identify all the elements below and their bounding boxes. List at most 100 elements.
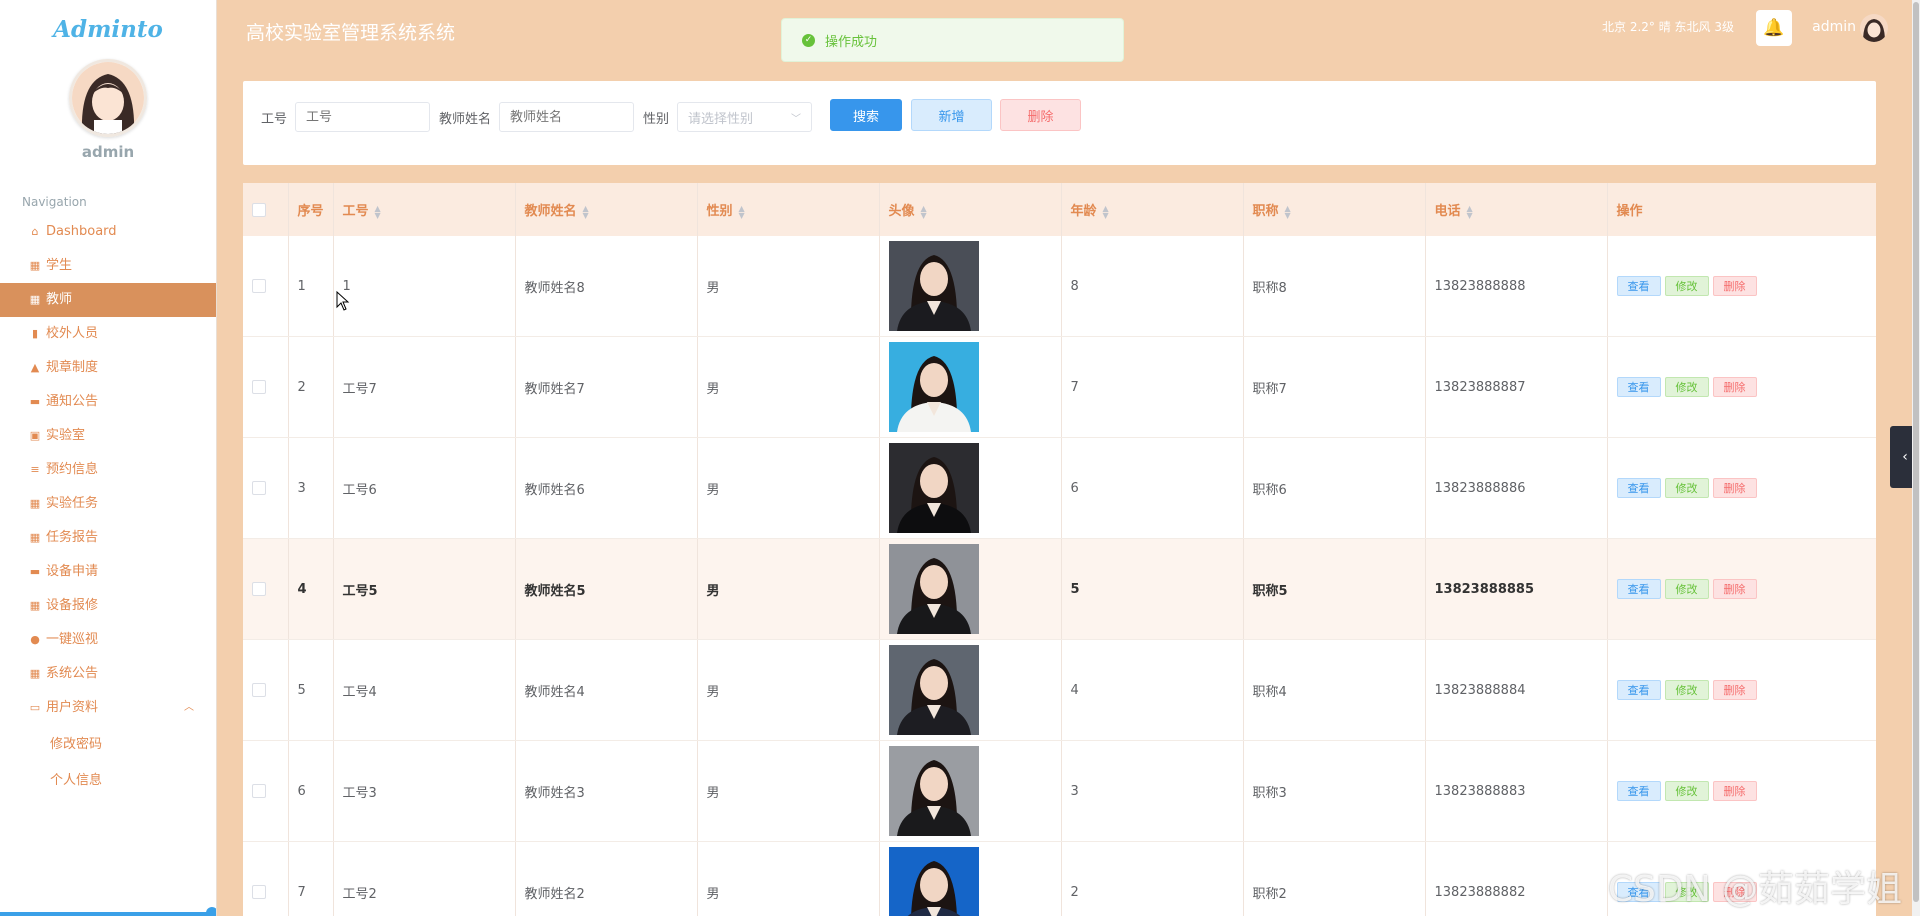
avatar-image: [72, 62, 144, 134]
teacher-photo[interactable]: [888, 342, 979, 432]
sort-icon[interactable]: ▲ ▼: [1467, 204, 1473, 219]
view-button[interactable]: 查看: [1616, 276, 1661, 296]
column-header-title[interactable]: 职称 ▲ ▼: [1243, 183, 1426, 236]
row-index-cell: 4: [288, 538, 334, 640]
app-logo[interactable]: Adminto: [0, 16, 216, 43]
delete-button[interactable]: 删除: [1712, 377, 1757, 397]
view-button[interactable]: 查看: [1616, 781, 1661, 801]
sidebar-item-teachers[interactable]: ▦ 教师: [0, 283, 216, 317]
add-button[interactable]: 新增: [911, 99, 992, 131]
delete-button[interactable]: 删除: [1712, 276, 1757, 296]
sidebar-item-user-profile[interactable]: ▭ 用户资料 ︿: [0, 691, 216, 725]
column-header-gender[interactable]: 性别 ▲ ▼: [697, 183, 880, 236]
row-checkbox[interactable]: [252, 885, 266, 899]
delete-button[interactable]: 删除: [1712, 478, 1757, 498]
delete-button[interactable]: 删除: [1712, 680, 1757, 700]
sidebar-avatar[interactable]: [69, 59, 147, 137]
sidebar-subitem-change-password[interactable]: 修改密码: [0, 727, 216, 763]
edit-button[interactable]: 修改: [1664, 680, 1709, 700]
row-photo-cell: [879, 336, 1062, 438]
row-title-cell: 职称5: [1243, 538, 1426, 640]
sidebar-item-reservations[interactable]: ≡ 预约信息: [0, 453, 216, 487]
select-all-checkbox[interactable]: [252, 202, 266, 217]
search-button[interactable]: 搜索: [830, 99, 902, 131]
row-checkbox[interactable]: [252, 279, 266, 293]
column-header-photo[interactable]: 头像 ▲ ▼: [879, 183, 1062, 236]
sidebar-item-equipment-repair[interactable]: ▦ 设备报修: [0, 589, 216, 623]
teacher-photo[interactable]: [888, 645, 979, 735]
gender-select[interactable]: 请选择性别 ﹀: [677, 102, 812, 132]
row-age-cell: 7: [1061, 336, 1244, 438]
bell-icon[interactable]: 🔔: [1756, 10, 1792, 46]
sidebar-submenu: 修改密码 个人信息: [0, 727, 216, 799]
teacher-photo[interactable]: [888, 544, 979, 634]
row-checkbox[interactable]: [252, 784, 266, 798]
header-username[interactable]: admin: [1812, 19, 1856, 35]
column-header-name[interactable]: 教师姓名 ▲ ▼: [515, 183, 698, 236]
sidebar-item-regulations[interactable]: ▲ 规章制度: [0, 351, 216, 385]
view-button[interactable]: 查看: [1616, 579, 1661, 599]
table-row[interactable]: 2 工号7 教师姓名7 男 7 职称7 13823888887 查看 修改 删除: [243, 336, 1876, 438]
view-button[interactable]: 查看: [1616, 377, 1661, 397]
teacher-photo[interactable]: [888, 746, 979, 836]
teacher-photo[interactable]: [888, 241, 979, 331]
page-scrollbar[interactable]: [1912, 0, 1920, 916]
sidebar-subitem-personal-info[interactable]: 个人信息: [0, 763, 216, 799]
sidebar-scroll-track[interactable]: [0, 907, 216, 916]
table-row[interactable]: 6 工号3 教师姓名3 男 3 职称3 13823888883 查看 修改 删除: [243, 740, 1876, 842]
edit-button[interactable]: 修改: [1664, 377, 1709, 397]
edit-button[interactable]: 修改: [1664, 478, 1709, 498]
row-age-cell: 6: [1061, 437, 1244, 539]
weather-info: 北京 2.2° 晴 东北风 3级: [1602, 20, 1734, 34]
sliders-icon: ≡: [30, 463, 40, 476]
row-checkbox[interactable]: [252, 683, 266, 697]
table-row[interactable]: 4 工号5 教师姓名5 男 5 职称5 13823888885 查看 修改 删除: [243, 538, 1876, 640]
sidebar-item-experiment-tasks[interactable]: ▦ 实验任务: [0, 487, 216, 521]
sort-icon[interactable]: ▲ ▼: [921, 204, 927, 219]
sidebar-item-equipment-requests[interactable]: ▬ 设备申请: [0, 555, 216, 589]
table-row[interactable]: 1 1 教师姓名8 男 8 职称8 13823888888 查看 修改 删除: [243, 236, 1876, 337]
sidebar-item-dashboard[interactable]: ⌂ Dashboard: [0, 215, 216, 249]
row-age-cell: 4: [1061, 639, 1244, 741]
header-avatar[interactable]: [1860, 14, 1888, 42]
name-search-input[interactable]: [499, 102, 634, 132]
table-row[interactable]: 3 工号6 教师姓名6 男 6 职称6 13823888886 查看 修改 删除: [243, 437, 1876, 539]
sort-icon[interactable]: ▲ ▼: [739, 204, 745, 219]
row-phone-cell: 13823888884: [1425, 639, 1608, 741]
teacher-photo[interactable]: [888, 847, 979, 916]
scrollbar-thumb[interactable]: [1913, 2, 1919, 902]
teacher-photo[interactable]: [888, 443, 979, 533]
edit-button[interactable]: 修改: [1664, 781, 1709, 801]
grid-icon: ▦: [29, 599, 41, 612]
column-header-phone[interactable]: 电话 ▲ ▼: [1425, 183, 1608, 236]
sidebar-item-labs[interactable]: ▣ 实验室: [0, 419, 216, 453]
sidebar-item-patrol[interactable]: ● 一键巡视: [0, 623, 216, 657]
sidebar-item-task-reports[interactable]: ▦ 任务报告: [0, 521, 216, 555]
sort-icon[interactable]: ▲ ▼: [583, 204, 589, 219]
edit-button[interactable]: 修改: [1664, 276, 1709, 296]
delete-button[interactable]: 删除: [1712, 781, 1757, 801]
sidebar-item-notices[interactable]: ▬ 通知公告: [0, 385, 216, 419]
column-header-age[interactable]: 年龄 ▲ ▼: [1061, 183, 1244, 236]
sidebar-scroll-knob[interactable]: [206, 907, 216, 916]
sidebar-item-students[interactable]: ▦ 学生: [0, 249, 216, 283]
grid-icon: ▦: [29, 531, 41, 544]
row-gender-cell: 男: [697, 639, 880, 741]
batch-delete-button[interactable]: 删除: [1000, 99, 1081, 131]
edit-button[interactable]: 修改: [1664, 579, 1709, 599]
view-button[interactable]: 查看: [1616, 680, 1661, 700]
sidebar-item-external-staff[interactable]: ▮ 校外人员: [0, 317, 216, 351]
row-name-cell: 教师姓名8: [515, 236, 698, 337]
row-checkbox[interactable]: [252, 481, 266, 495]
table-row[interactable]: 5 工号4 教师姓名4 男 4 职称4 13823888884 查看 修改 删除: [243, 639, 1876, 741]
row-checkbox[interactable]: [252, 582, 266, 596]
view-button[interactable]: 查看: [1616, 478, 1661, 498]
sort-icon[interactable]: ▲ ▼: [1285, 204, 1291, 219]
delete-button[interactable]: 删除: [1712, 579, 1757, 599]
sort-icon[interactable]: ▲ ▼: [375, 204, 381, 219]
sort-icon[interactable]: ▲ ▼: [1103, 204, 1109, 219]
id-search-input[interactable]: [295, 102, 430, 132]
row-checkbox[interactable]: [252, 380, 266, 394]
sidebar-item-system-notices[interactable]: ▦ 系统公告: [0, 657, 216, 691]
column-header-id[interactable]: 工号 ▲ ▼: [333, 183, 516, 236]
